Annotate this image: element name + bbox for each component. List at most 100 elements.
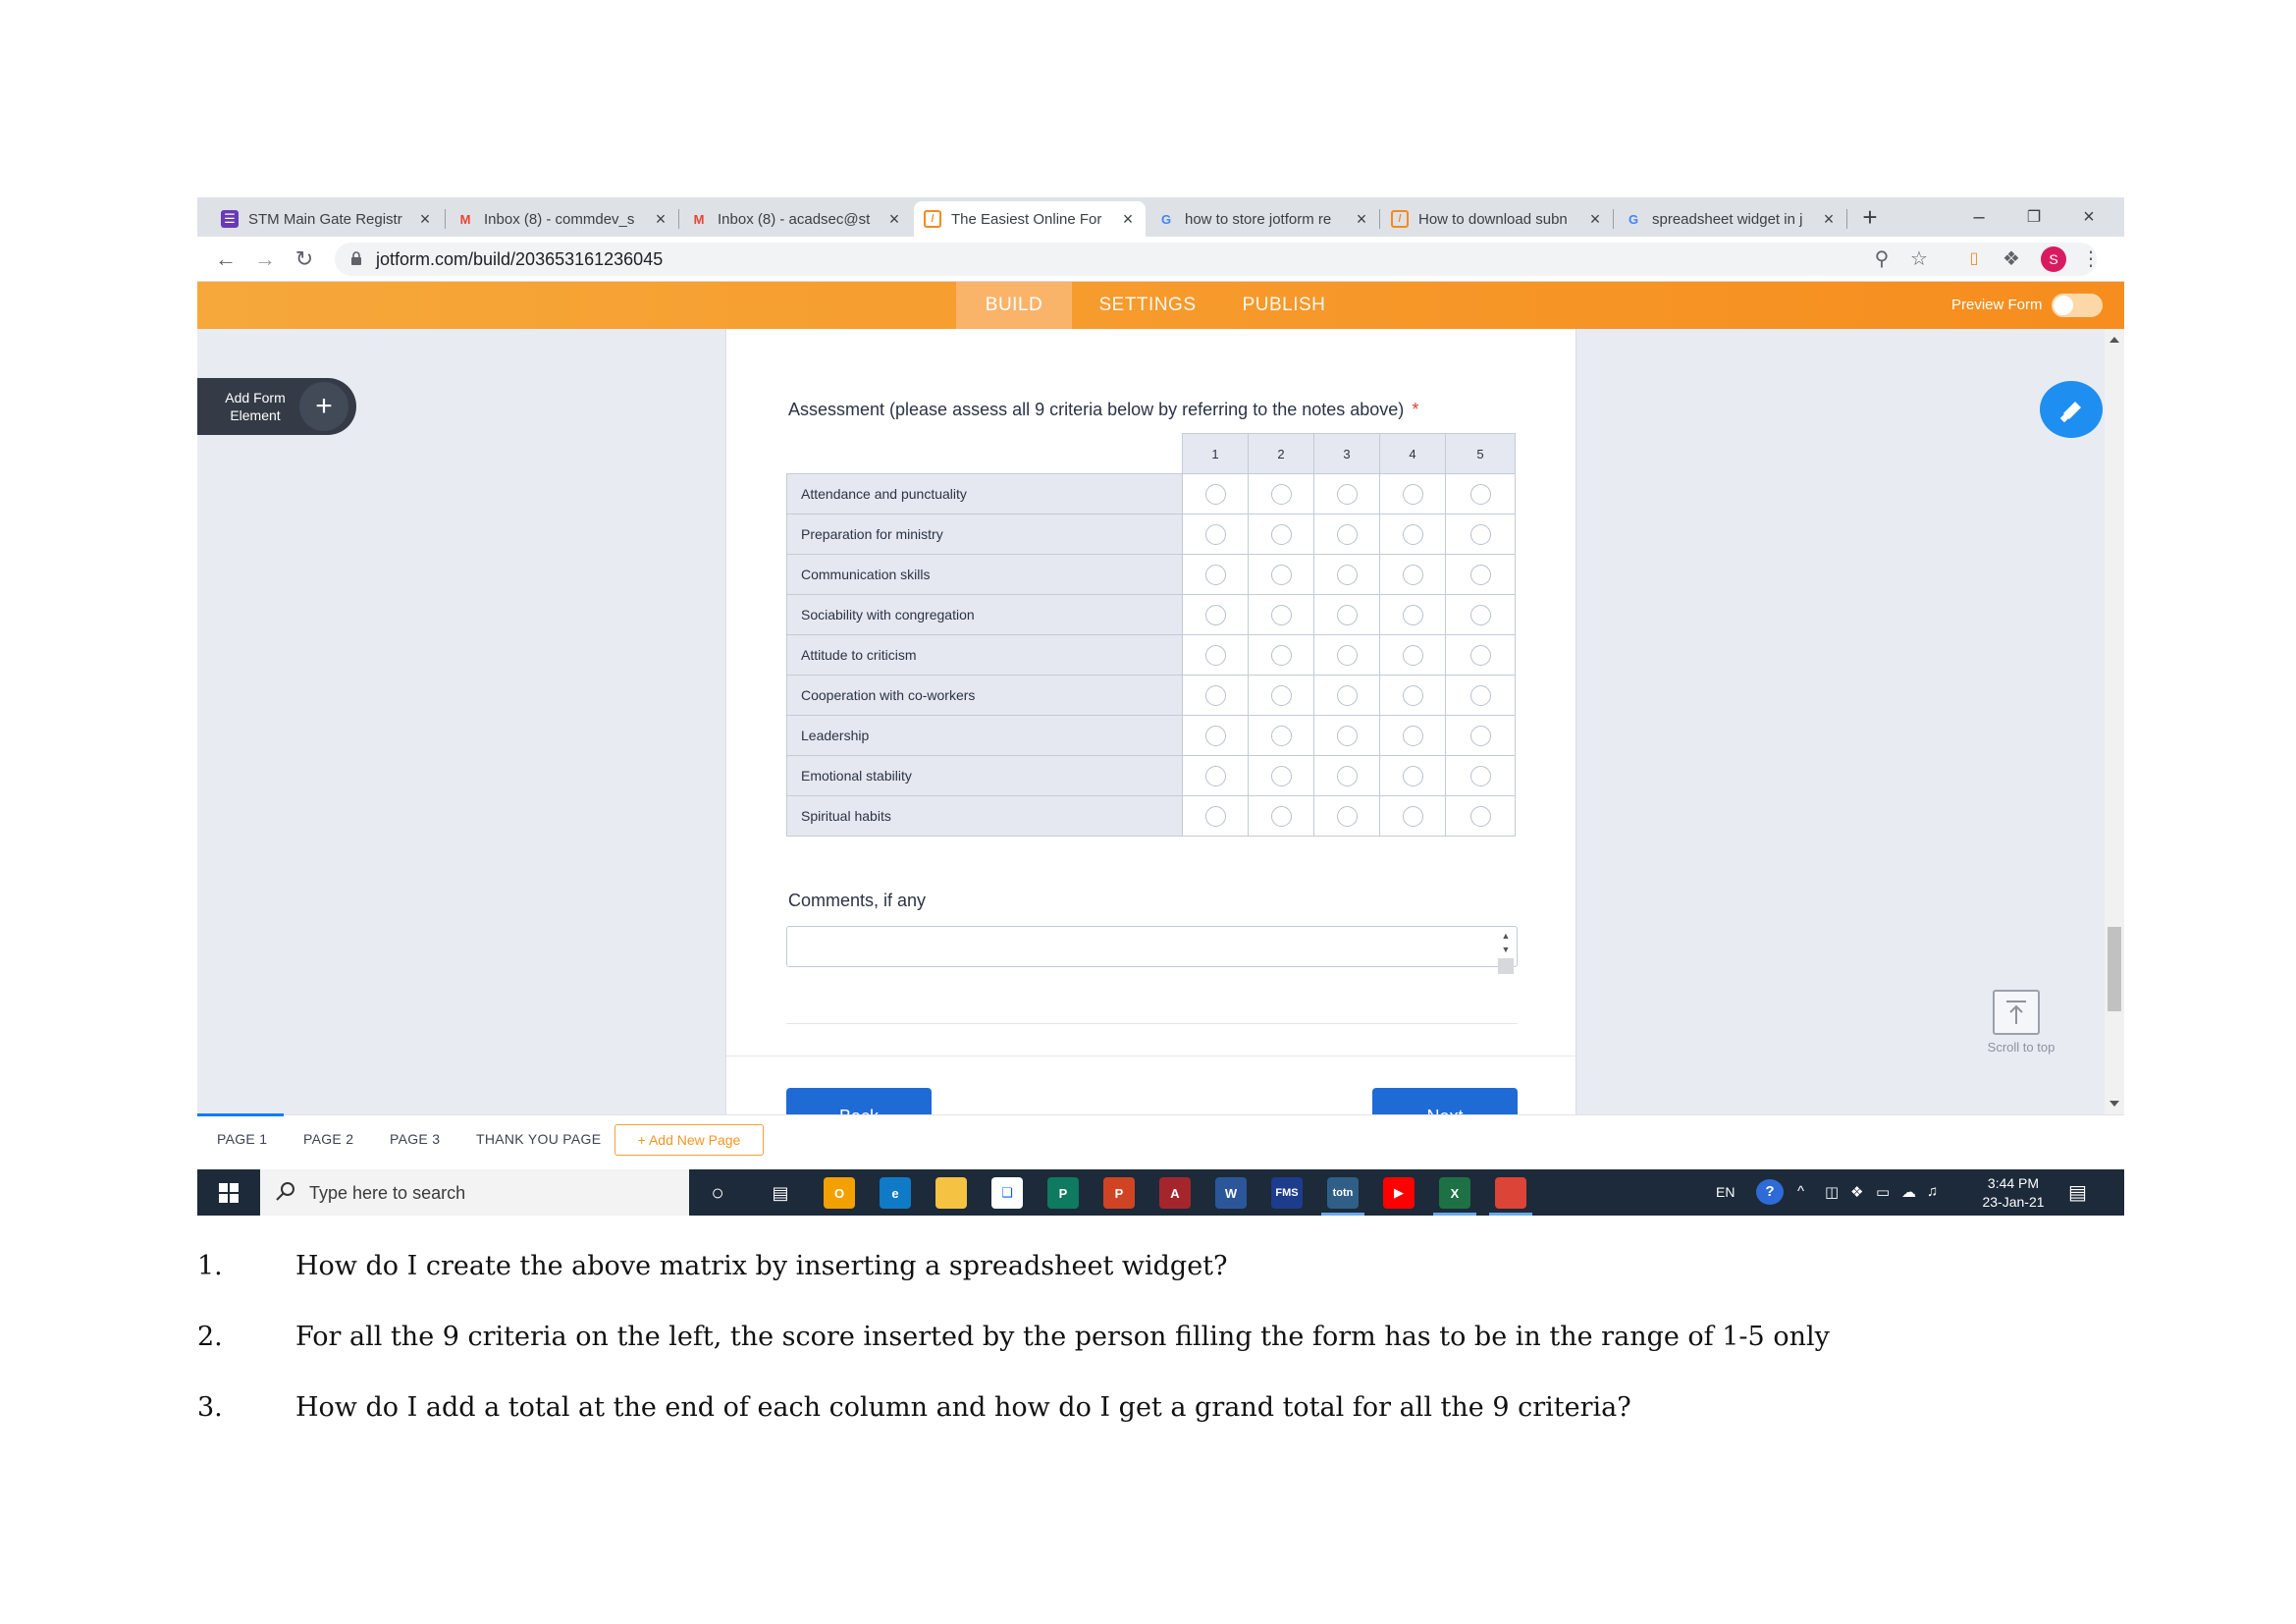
tab-settings[interactable]: SETTINGS (1087, 282, 1208, 329)
publisher-icon[interactable]: P (1047, 1177, 1079, 1209)
rating-radio[interactable] (1402, 805, 1423, 827)
rating-radio[interactable] (1204, 725, 1226, 746)
rating-radio[interactable] (1336, 604, 1358, 625)
omnibox[interactable]: jotform.com/build/203653161236045 (335, 243, 2097, 276)
powerpoint-icon[interactable]: P (1103, 1177, 1135, 1209)
rating-radio[interactable] (1336, 644, 1358, 666)
notifications-icon[interactable]: ▤ (2068, 1180, 2087, 1205)
clock-date[interactable]: 23-Jan-21 (1976, 1194, 2051, 1210)
scroll-up-arrow-icon[interactable] (2109, 337, 2119, 343)
taskbar-search-box[interactable]: Type here to search (260, 1169, 689, 1216)
rating-radio[interactable] (1336, 684, 1358, 706)
rating-radio[interactable] (1402, 725, 1423, 746)
rating-radio[interactable] (1469, 765, 1491, 786)
comments-input[interactable]: ▲ ▼ (786, 926, 1518, 974)
rating-radio[interactable] (1270, 805, 1292, 827)
rating-radio[interactable] (1402, 604, 1423, 625)
language-indicator[interactable]: EN (1716, 1184, 1735, 1200)
browser-tab[interactable]: G spreadsheet widget in j × (1615, 201, 1846, 237)
page-tab-1[interactable]: PAGE 1 (217, 1131, 267, 1147)
textarea-spinner[interactable]: ▲ ▼ (1497, 929, 1515, 974)
youtube-icon[interactable]: ▶ (1383, 1177, 1415, 1209)
rating-radio[interactable] (1270, 564, 1292, 585)
page-tab-thank-you[interactable]: THANK YOU PAGE (476, 1131, 601, 1147)
jotform-extension-icon[interactable]: ▯ (1960, 244, 1988, 272)
rating-radio[interactable] (1270, 523, 1292, 545)
forward-arrow-icon[interactable]: → (250, 244, 280, 274)
browser-tab[interactable]: ☰ STM Main Gate Registr × (211, 201, 443, 237)
bookmark-star-icon[interactable]: ☆ (1905, 244, 1933, 272)
task-view-icon[interactable]: ▤ (765, 1177, 796, 1209)
kebab-menu-icon[interactable]: ⋮ (2077, 244, 2105, 272)
rating-radio[interactable] (1204, 805, 1226, 827)
browser-tab[interactable]: M Inbox (8) - acadsec@st × (680, 201, 912, 237)
minimize-icon[interactable]: – (1951, 197, 2006, 237)
rating-radio[interactable] (1204, 564, 1226, 585)
outlook-icon[interactable]: O (824, 1177, 855, 1209)
close-window-icon[interactable]: × (2061, 197, 2116, 237)
clock-time[interactable]: 3:44 PM (1984, 1175, 2043, 1191)
tab-publish[interactable]: PUBLISH (1230, 282, 1338, 329)
page-tab-2[interactable]: PAGE 2 (303, 1131, 353, 1147)
rating-radio[interactable] (1270, 483, 1292, 505)
rating-radio[interactable] (1270, 725, 1292, 746)
network-icon[interactable]: ☁ (1901, 1183, 1916, 1201)
meet-now-icon[interactable]: ◫ (1825, 1183, 1839, 1201)
rating-radio[interactable] (1204, 765, 1226, 786)
profile-avatar[interactable]: S (2041, 246, 2066, 272)
restore-icon[interactable]: ❐ (2006, 197, 2061, 237)
excel-icon[interactable]: X (1439, 1177, 1470, 1209)
textarea-resize-handle[interactable] (1498, 958, 1514, 974)
rating-radio[interactable] (1402, 564, 1423, 585)
close-tab-icon[interactable]: × (1821, 209, 1837, 230)
zoom-icon[interactable]: ⚲ (1868, 244, 1896, 272)
add-new-page-button[interactable]: + Add New Page (614, 1124, 764, 1156)
form-designer-button[interactable] (2040, 381, 2103, 438)
close-tab-icon[interactable]: × (1354, 209, 1369, 230)
rating-radio[interactable] (1336, 725, 1358, 746)
tab-build[interactable]: BUILD (956, 282, 1072, 329)
add-form-element-button[interactable]: Add Form Element + (197, 378, 356, 435)
rating-radio[interactable] (1204, 523, 1226, 545)
rating-radio[interactable] (1402, 644, 1423, 666)
dropbox-tray-icon[interactable]: ❖ (1850, 1183, 1863, 1201)
rating-radio[interactable] (1402, 483, 1423, 505)
rating-radio[interactable] (1469, 483, 1491, 505)
scroll-to-top-button[interactable] (1993, 990, 2040, 1035)
rating-radio[interactable] (1336, 765, 1358, 786)
rating-radio[interactable] (1469, 684, 1491, 706)
dropbox-icon[interactable]: ❑ (991, 1177, 1023, 1209)
help-icon[interactable]: ? (1756, 1179, 1784, 1205)
scroll-down-arrow-icon[interactable] (2109, 1101, 2119, 1107)
rating-radio[interactable] (1270, 644, 1292, 666)
word-icon[interactable]: W (1215, 1177, 1247, 1209)
new-tab-plus-icon[interactable]: + (1850, 197, 1890, 237)
rating-radio[interactable] (1336, 805, 1358, 827)
rating-radio[interactable] (1336, 523, 1358, 545)
page-tab-3[interactable]: PAGE 3 (390, 1131, 440, 1147)
browser-tab[interactable]: G how to store jotform re × (1148, 201, 1379, 237)
browser-tab-active[interactable]: / The Easiest Online For × (914, 201, 1146, 237)
chevron-up-icon[interactable]: ^ (1797, 1183, 1804, 1200)
rating-radio[interactable] (1204, 604, 1226, 625)
rating-radio[interactable] (1270, 604, 1292, 625)
volume-icon[interactable]: ♫ (1927, 1183, 1938, 1200)
fms-icon[interactable]: FMS (1271, 1177, 1303, 1209)
scrollbar-thumb[interactable] (2108, 927, 2121, 1011)
rating-radio[interactable] (1402, 523, 1423, 545)
preview-form-toggle[interactable] (2052, 294, 2103, 317)
browser-tab[interactable]: / How to download subn × (1381, 201, 1613, 237)
rating-radio[interactable] (1402, 765, 1423, 786)
rating-radio[interactable] (1469, 564, 1491, 585)
rating-radio[interactable] (1469, 523, 1491, 545)
close-tab-icon[interactable]: × (886, 209, 902, 230)
browser-tab[interactable]: M Inbox (8) - commdev_s × (447, 201, 678, 237)
rating-radio[interactable] (1469, 805, 1491, 827)
rating-radio[interactable] (1270, 765, 1292, 786)
close-tab-icon[interactable]: × (1120, 209, 1136, 230)
rating-radio[interactable] (1270, 684, 1292, 706)
rating-radio[interactable] (1336, 483, 1358, 505)
rating-radio[interactable] (1336, 564, 1358, 585)
rating-radio[interactable] (1402, 684, 1423, 706)
edge-icon[interactable]: e (880, 1177, 911, 1209)
